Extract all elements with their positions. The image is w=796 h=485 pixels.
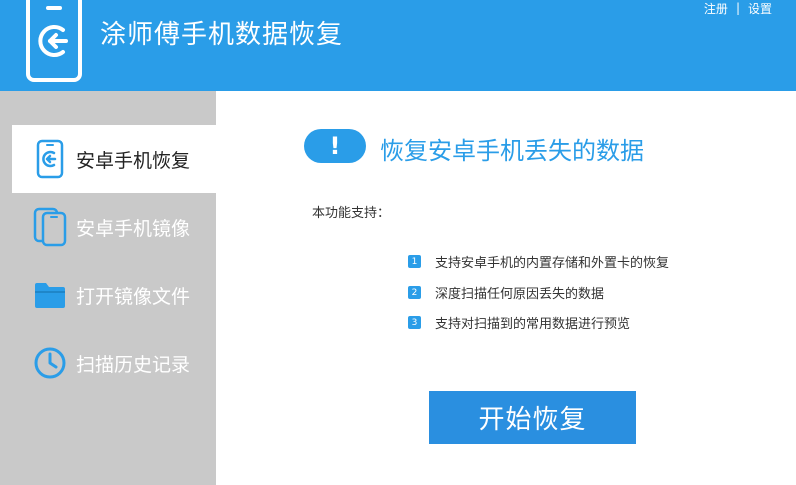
header-bar: 涂师傅手机数据恢复 注册 | 设置 bbox=[0, 0, 796, 91]
main-panel: ! 恢复安卓手机丢失的数据 本功能支持： 1 支持安卓手机的内置存储和外置卡的恢… bbox=[216, 91, 796, 485]
app-title: 涂师傅手机数据恢复 bbox=[100, 20, 344, 50]
sidebar-item-label: 安卓手机镜像 bbox=[76, 217, 191, 240]
feature-number-badge: 1 bbox=[408, 255, 421, 268]
start-recovery-button[interactable]: 开始恢复 bbox=[429, 391, 636, 444]
sidebar-item-scan-history[interactable]: 扫描历史记录 bbox=[12, 329, 216, 397]
app-logo-icon bbox=[26, 0, 82, 91]
sidebar-item-label: 扫描历史记录 bbox=[76, 353, 191, 376]
phone-mirror-icon bbox=[30, 207, 70, 247]
sidebar-item-android-mirror[interactable]: 安卓手机镜像 bbox=[12, 193, 216, 261]
feature-text: 深度扫描任何原因丢失的数据 bbox=[435, 287, 605, 302]
sidebar: 安卓手机恢复 安卓手机镜像 打开镜像文件 扫描历史记录 bbox=[0, 91, 216, 485]
feature-text: 支持对扫描到的常用数据进行预览 bbox=[435, 317, 631, 332]
exclamation-icon: ! bbox=[304, 129, 366, 163]
feature-number-badge: 2 bbox=[408, 286, 421, 299]
sidebar-item-android-recovery[interactable]: 安卓手机恢复 bbox=[12, 125, 216, 193]
feature-number-badge: 3 bbox=[408, 316, 421, 329]
support-label: 本功能支持： bbox=[312, 206, 391, 221]
app-window: 涂师傅手机数据恢复 注册 | 设置 安卓手机恢复 安卓手机镜像 打开镜像文件 扫… bbox=[0, 0, 796, 485]
link-separator: | bbox=[735, 1, 740, 15]
feature-item: 1 支持安卓手机的内置存储和外置卡的恢复 bbox=[408, 252, 669, 271]
sidebar-item-label: 安卓手机恢复 bbox=[76, 149, 191, 172]
top-links: 注册 | 设置 bbox=[704, 0, 772, 16]
clock-icon bbox=[30, 343, 70, 383]
feature-text: 支持安卓手机的内置存储和外置卡的恢复 bbox=[435, 256, 670, 271]
page-title: 恢复安卓手机丢失的数据 bbox=[380, 137, 644, 165]
register-link[interactable]: 注册 bbox=[704, 0, 728, 17]
feature-item: 2 深度扫描任何原因丢失的数据 bbox=[408, 283, 604, 302]
feature-item: 3 支持对扫描到的常用数据进行预览 bbox=[408, 313, 630, 332]
folder-icon bbox=[30, 275, 70, 315]
sidebar-item-open-image-file[interactable]: 打开镜像文件 bbox=[12, 261, 216, 329]
settings-link[interactable]: 设置 bbox=[748, 0, 772, 17]
sidebar-item-label: 打开镜像文件 bbox=[76, 285, 191, 308]
phone-restore-icon bbox=[30, 139, 70, 179]
